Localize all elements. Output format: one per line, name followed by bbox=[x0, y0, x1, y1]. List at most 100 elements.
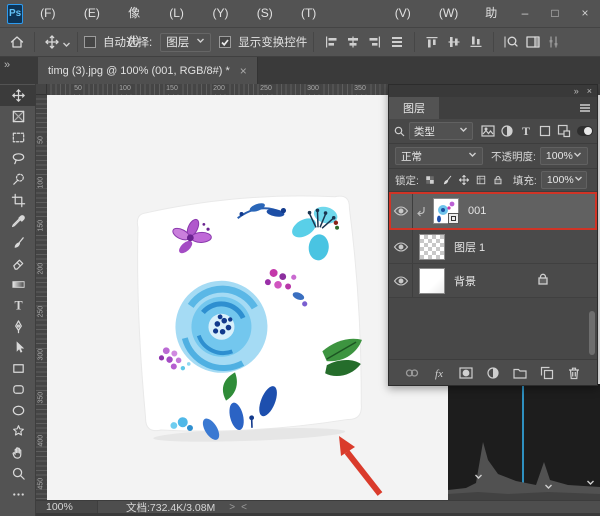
panel-scrollbar[interactable] bbox=[589, 311, 595, 355]
visibility-eye-icon[interactable] bbox=[389, 264, 413, 297]
panel-empty-area bbox=[389, 298, 597, 359]
ruler-mark: 100 bbox=[37, 178, 47, 189]
fill-dropdown[interactable]: 100% bbox=[541, 171, 587, 189]
custom-shape-tool[interactable] bbox=[0, 421, 36, 442]
show-transform-checkbox[interactable] bbox=[219, 36, 231, 48]
distribute-icon[interactable] bbox=[386, 31, 408, 53]
tab-close-icon[interactable]: × bbox=[240, 64, 247, 78]
filter-type-dropdown[interactable]: 类型 bbox=[409, 122, 473, 140]
extras-icon[interactable] bbox=[544, 31, 566, 53]
brush-tool[interactable] bbox=[0, 232, 36, 253]
eyedropper-tool[interactable] bbox=[0, 211, 36, 232]
panel-menu-icon[interactable] bbox=[577, 97, 597, 119]
clip-indicator-icon bbox=[415, 205, 427, 217]
auto-select-target-dropdown[interactable]: 图层 bbox=[160, 33, 211, 52]
layer-thumbnail[interactable] bbox=[433, 198, 459, 224]
artboard-lock-icon[interactable] bbox=[474, 173, 489, 188]
layer-thumbnail[interactable] bbox=[419, 268, 445, 294]
workspace-icon[interactable] bbox=[522, 31, 544, 53]
layer-thumbnail[interactable] bbox=[419, 234, 445, 260]
marquee-tool[interactable] bbox=[0, 127, 36, 148]
smart-filter-icon[interactable] bbox=[555, 123, 572, 140]
layers-list: 001 图层 1 背景 bbox=[389, 192, 597, 298]
trash-icon[interactable] bbox=[565, 364, 583, 382]
svg-text:T: T bbox=[521, 124, 529, 138]
lock-icon[interactable] bbox=[491, 173, 506, 188]
image-filter-icon[interactable] bbox=[479, 123, 496, 140]
ellipse-tool[interactable] bbox=[0, 400, 36, 421]
align-center-h-icon[interactable] bbox=[342, 31, 364, 53]
zoom-level[interactable]: 100% bbox=[36, 501, 98, 513]
align-middle-icon[interactable] bbox=[443, 31, 465, 53]
document-tab[interactable]: timg (3).jpg @ 100% (001, RGB/8#) * × bbox=[38, 57, 258, 84]
checker-icon[interactable] bbox=[423, 173, 438, 188]
quick-select-tool[interactable] bbox=[0, 169, 36, 190]
layer-row-001[interactable]: 001 bbox=[389, 192, 597, 230]
home-icon[interactable] bbox=[6, 31, 28, 53]
more-tools-tool[interactable] bbox=[0, 484, 36, 505]
align-bottom-icon[interactable] bbox=[465, 31, 487, 53]
new-layer-icon[interactable] bbox=[538, 364, 556, 382]
pen-tool[interactable] bbox=[0, 316, 36, 337]
ruler-mark: 300 bbox=[37, 350, 47, 361]
panel-collapse-icon[interactable]: » bbox=[574, 86, 579, 96]
layer-name[interactable]: 背景 bbox=[454, 273, 476, 289]
visibility-eye-icon[interactable] bbox=[389, 192, 413, 229]
type-tool[interactable]: T bbox=[0, 295, 36, 316]
ruler-mark: 350 bbox=[37, 393, 47, 404]
zoom-tool[interactable] bbox=[0, 463, 36, 484]
hand-tool[interactable] bbox=[0, 442, 36, 463]
maximize-button[interactable]: □ bbox=[540, 0, 570, 27]
crop-tool[interactable] bbox=[0, 190, 36, 211]
chevron-down-icon[interactable] bbox=[474, 470, 483, 484]
path-select-tool[interactable] bbox=[0, 337, 36, 358]
frame-tool[interactable] bbox=[0, 106, 36, 127]
move-tool-icon[interactable] bbox=[41, 31, 63, 53]
gradient-tool[interactable] bbox=[0, 274, 36, 295]
chevron-down-icon[interactable] bbox=[544, 480, 553, 494]
search-icon[interactable] bbox=[500, 31, 522, 53]
align-left-icon[interactable] bbox=[320, 31, 342, 53]
move-tool[interactable] bbox=[0, 85, 36, 106]
canvas-workspace: 50100150200250300350400 5010015020025030… bbox=[36, 84, 600, 516]
close-button[interactable]: × bbox=[570, 0, 600, 27]
align-top-icon[interactable] bbox=[421, 31, 443, 53]
tools-panel: T bbox=[0, 84, 36, 516]
minimize-button[interactable]: – bbox=[510, 0, 540, 27]
visibility-eye-icon[interactable] bbox=[389, 230, 413, 263]
layer-row-图层 1[interactable]: 图层 1 bbox=[389, 230, 597, 264]
filter-pin-toggle[interactable] bbox=[577, 126, 593, 136]
svg-text:T: T bbox=[14, 299, 22, 313]
chevron-down-icon[interactable] bbox=[586, 476, 595, 490]
rounded-rectangle-tool[interactable] bbox=[0, 379, 36, 400]
ruler-mark: 400 bbox=[37, 436, 47, 447]
opacity-dropdown[interactable]: 100% bbox=[540, 147, 588, 165]
layer-name[interactable]: 001 bbox=[468, 205, 486, 217]
move-icon[interactable] bbox=[457, 173, 472, 188]
lasso-tool[interactable] bbox=[0, 148, 36, 169]
align-right-icon[interactable] bbox=[364, 31, 386, 53]
annotation-arrow bbox=[331, 430, 391, 503]
blend-mode-dropdown[interactable]: 正常 bbox=[395, 147, 483, 165]
fx-icon[interactable]: fx bbox=[430, 364, 448, 382]
adjustment-filter-icon[interactable] bbox=[484, 364, 502, 382]
mask-icon[interactable] bbox=[457, 364, 475, 382]
eraser-tool[interactable] bbox=[0, 253, 36, 274]
layer-row-背景[interactable]: 背景 bbox=[389, 264, 597, 298]
shape-filter-icon[interactable] bbox=[536, 123, 553, 140]
adjustment-filter-icon[interactable] bbox=[498, 123, 515, 140]
auto-select-label: 自动选择: bbox=[103, 34, 152, 50]
auto-select-checkbox[interactable] bbox=[84, 36, 96, 48]
type-filter-icon[interactable]: T bbox=[517, 123, 534, 140]
tab-overflow-icon[interactable]: » bbox=[4, 59, 10, 71]
folder-icon[interactable] bbox=[511, 364, 529, 382]
rectangle-tool[interactable] bbox=[0, 358, 36, 379]
ruler-corner bbox=[36, 84, 47, 95]
panel-close-icon[interactable]: × bbox=[587, 86, 592, 96]
tab-layers[interactable]: 图层 bbox=[389, 97, 439, 119]
brush-icon[interactable] bbox=[440, 173, 455, 188]
status-collapse-icon[interactable]: < bbox=[241, 502, 247, 513]
link-icon[interactable] bbox=[403, 364, 421, 382]
status-expand-icon[interactable]: > bbox=[229, 502, 235, 513]
layer-name[interactable]: 图层 1 bbox=[454, 239, 485, 255]
